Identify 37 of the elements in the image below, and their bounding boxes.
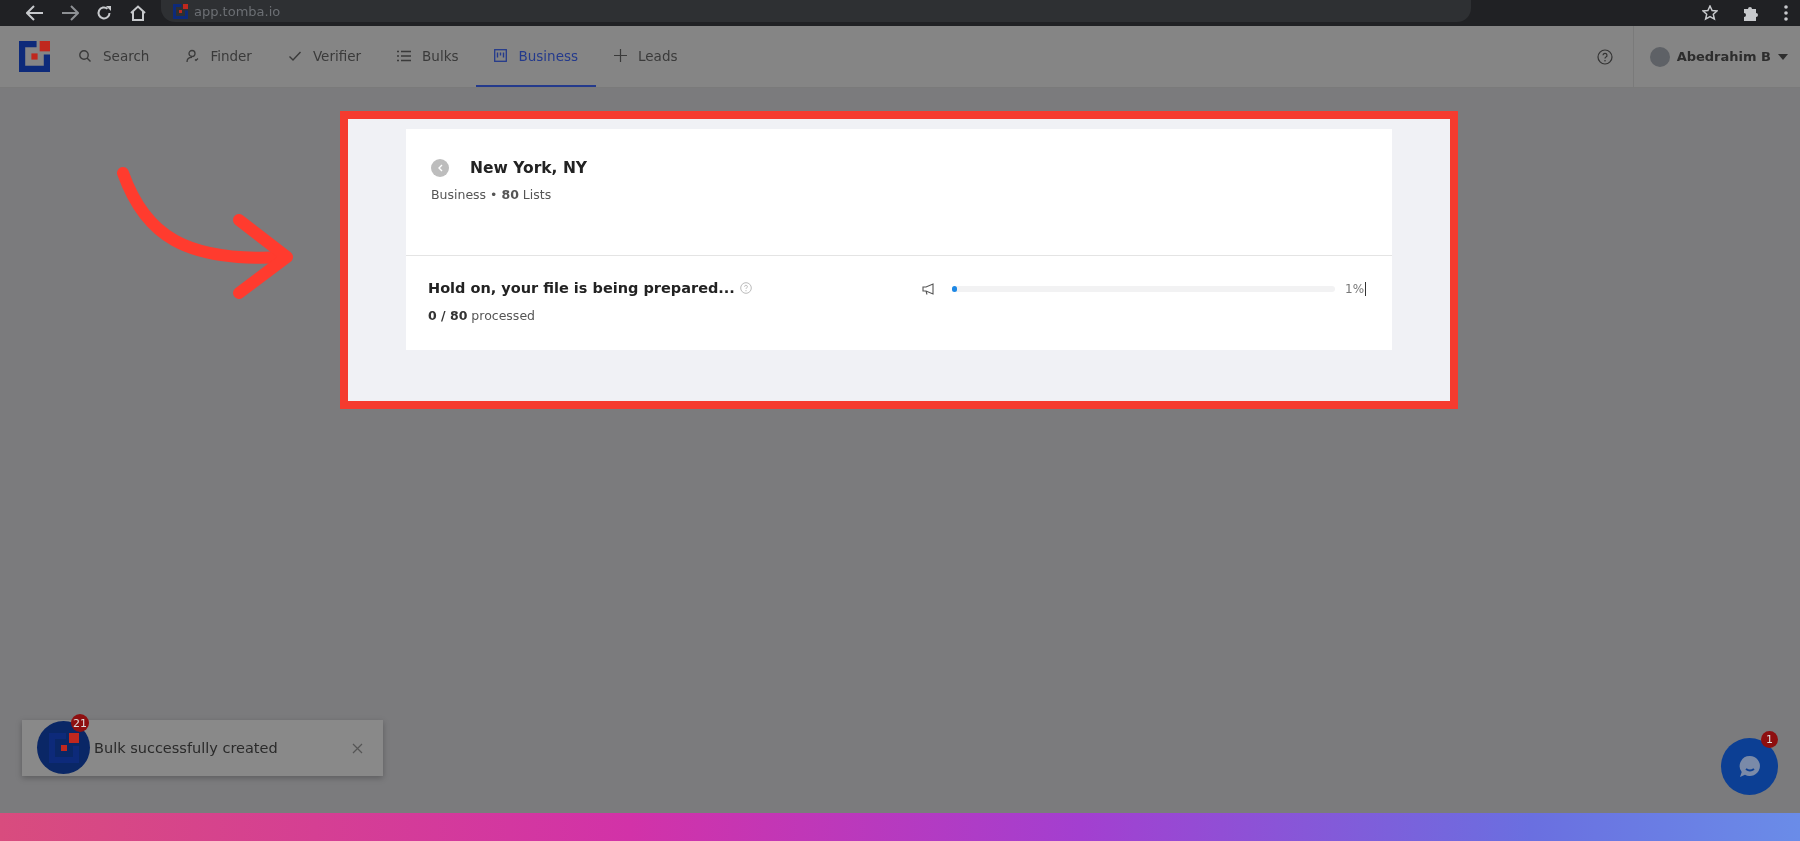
megaphone-icon (922, 283, 936, 295)
person-icon (185, 48, 200, 63)
notification-badge: 21 (71, 714, 89, 732)
chat-badge: 1 (1761, 731, 1778, 748)
processed-count: 0 / 80 processed (428, 308, 536, 323)
caret-icon (1778, 53, 1788, 60)
board-icon (494, 49, 508, 62)
brand-logo-icon (19, 41, 50, 72)
site-favicon-icon (173, 3, 188, 19)
search-icon (78, 48, 92, 63)
home-icon[interactable] (129, 5, 147, 21)
nav-tab[interactable]: Verifier (269, 26, 380, 87)
progress-title: Hold on, your file is being prepared... (428, 280, 735, 296)
logo-mark-icon (48, 732, 79, 763)
nav-tab[interactable]: Finder (167, 26, 270, 87)
star-icon[interactable] (1702, 5, 1718, 21)
list-icon (397, 49, 412, 62)
menu-dots-icon[interactable] (1784, 5, 1788, 21)
back-arrow-icon[interactable] (26, 5, 44, 21)
progress-percent: 1% (1345, 282, 1367, 296)
url-text: app.tomba.io (194, 3, 281, 19)
help-icon[interactable] (1596, 48, 1613, 65)
plus-icon (614, 49, 627, 62)
close-icon (352, 742, 363, 754)
puzzle-piece-icon[interactable] (1742, 4, 1760, 22)
reload-icon[interactable] (96, 5, 112, 21)
nav-tab[interactable]: Bulks (379, 26, 477, 87)
list-subtitle: Business • 80 Lists (431, 187, 553, 202)
avatar (1649, 46, 1670, 67)
address-bar[interactable]: app.tomba.io (161, 0, 1471, 22)
user-menu[interactable]: Abedrahim B (1632, 26, 1800, 87)
toast-message: Bulk successfully created (94, 740, 279, 756)
forward-arrow-icon[interactable] (61, 5, 79, 21)
nav-tab[interactable]: Search (60, 26, 168, 87)
chevron-left-icon (437, 164, 443, 172)
nav-tab[interactable]: Leads (596, 26, 696, 87)
page-title: New York, NY (470, 159, 588, 177)
